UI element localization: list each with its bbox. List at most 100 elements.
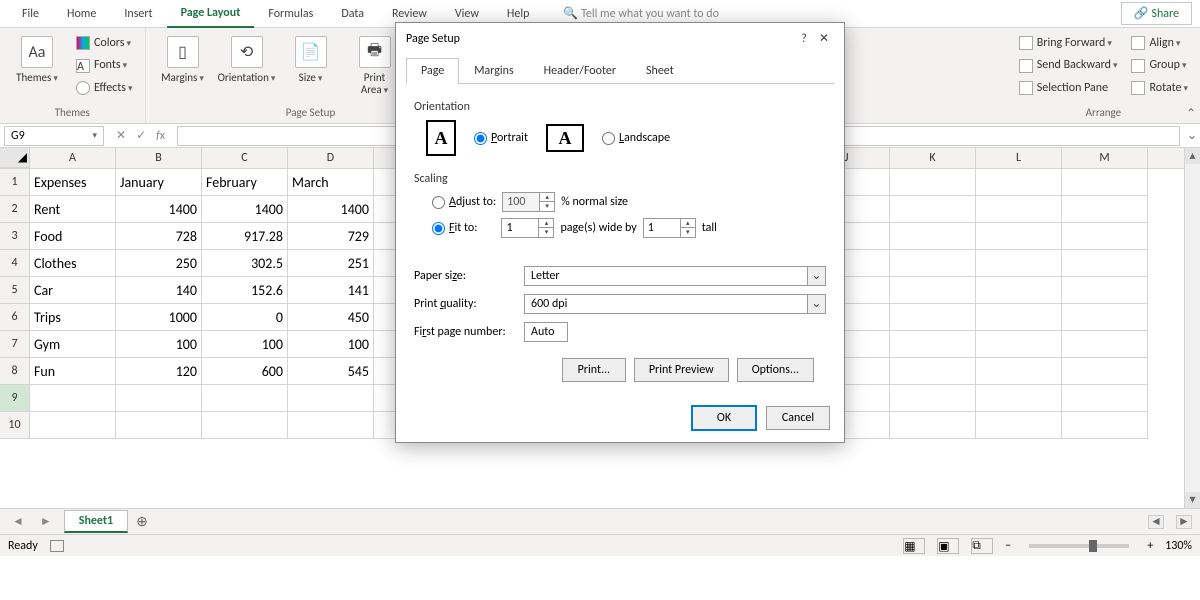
row-header[interactable]: 5 — [0, 277, 30, 304]
bring-forward-button[interactable]: Bring Forward — [1015, 34, 1122, 52]
row-header[interactable]: 2 — [0, 196, 30, 223]
cell[interactable] — [1062, 331, 1148, 358]
tab-data[interactable]: Data — [327, 1, 378, 27]
group-button[interactable]: Group — [1127, 56, 1192, 74]
view-normal-button[interactable]: ▦ — [903, 538, 925, 554]
cell[interactable] — [976, 250, 1062, 277]
select-all-button[interactable]: ◢ — [0, 148, 30, 168]
spin-down-button[interactable]: ▾ — [539, 228, 553, 237]
zoom-level[interactable]: 130% — [1165, 539, 1192, 553]
cell[interactable]: 728 — [116, 223, 202, 250]
fit-to-radio-input[interactable] — [432, 222, 445, 235]
row-header[interactable]: 6 — [0, 304, 30, 331]
cell[interactable]: January — [116, 169, 202, 196]
dialog-tab-sheet[interactable]: Sheet — [631, 58, 689, 83]
tab-file[interactable]: File — [8, 1, 53, 27]
cell[interactable]: 600 — [202, 358, 288, 385]
dialog-tab-page[interactable]: Page — [406, 58, 459, 84]
row-header[interactable]: 10 — [0, 412, 30, 439]
cell[interactable]: Clothes — [30, 250, 116, 277]
sheet-nav-next[interactable]: ► — [36, 514, 56, 529]
adjust-to-radio[interactable]: Adjust to: — [432, 195, 496, 209]
cell[interactable]: February — [202, 169, 288, 196]
cell[interactable] — [976, 331, 1062, 358]
cell[interactable]: Food — [30, 223, 116, 250]
cell[interactable]: 1000 — [116, 304, 202, 331]
cell[interactable] — [1062, 223, 1148, 250]
cell[interactable]: 140 — [116, 277, 202, 304]
cell[interactable] — [890, 169, 976, 196]
dialog-help-button[interactable]: ? — [794, 32, 814, 46]
cell[interactable]: 1400 — [116, 196, 202, 223]
cell[interactable]: 100 — [202, 331, 288, 358]
cell[interactable] — [1062, 412, 1148, 439]
selection-pane-button[interactable]: Selection Pane — [1015, 79, 1122, 97]
cell[interactable] — [890, 250, 976, 277]
options-button[interactable]: Options... — [737, 358, 814, 382]
margins-button[interactable]: ▯Margins — [154, 32, 212, 84]
fit-to-radio[interactable]: Fit to: — [432, 221, 477, 235]
first-page-number-input[interactable] — [524, 322, 568, 342]
collapse-ribbon-button[interactable]: ⌃ — [1186, 106, 1196, 121]
send-backward-button[interactable]: Send Backward — [1015, 56, 1122, 74]
cancel-formula-icon[interactable]: ✕ — [116, 128, 126, 143]
cell[interactable] — [202, 385, 288, 412]
cell[interactable] — [976, 196, 1062, 223]
scroll-left-button[interactable]: ◄ — [1148, 515, 1164, 529]
landscape-radio[interactable]: Landscape — [602, 131, 670, 145]
cell[interactable]: 450 — [288, 304, 374, 331]
cell[interactable]: Trips — [30, 304, 116, 331]
chevron-down-icon[interactable]: ▾ — [92, 130, 97, 141]
cell[interactable]: 0 — [202, 304, 288, 331]
fit-width-input[interactable] — [502, 219, 538, 237]
cancel-button[interactable]: Cancel — [766, 406, 830, 430]
dialog-close-button[interactable]: ✕ — [814, 31, 834, 46]
cell[interactable]: 545 — [288, 358, 374, 385]
scroll-up-button[interactable]: ▴ — [1185, 148, 1200, 164]
row-header[interactable]: 3 — [0, 223, 30, 250]
cell[interactable] — [1062, 250, 1148, 277]
cell[interactable] — [1062, 304, 1148, 331]
chevron-down-icon[interactable]: ⌄ — [807, 267, 825, 285]
add-sheet-button[interactable]: ⊕ — [136, 513, 148, 530]
sheet-tab-active[interactable]: Sheet1 — [64, 510, 128, 533]
dialog-titlebar[interactable]: Page Setup ? ✕ — [396, 23, 844, 54]
cell[interactable]: 1400 — [288, 196, 374, 223]
cell[interactable] — [890, 385, 976, 412]
zoom-thumb[interactable] — [1089, 540, 1097, 552]
row-header[interactable]: 8 — [0, 358, 30, 385]
cell[interactable] — [890, 304, 976, 331]
cell[interactable] — [976, 169, 1062, 196]
macro-record-icon[interactable] — [50, 540, 64, 552]
cell[interactable] — [976, 358, 1062, 385]
fx-icon[interactable]: fx — [156, 129, 165, 143]
effects-button[interactable]: Effects — [72, 79, 137, 97]
cell[interactable] — [116, 412, 202, 439]
expand-formula-bar-button[interactable]: ⌄ — [1184, 128, 1200, 143]
cell[interactable] — [976, 304, 1062, 331]
zoom-slider[interactable] — [1029, 544, 1129, 548]
cell[interactable] — [288, 385, 374, 412]
print-button[interactable]: Print... — [562, 358, 626, 382]
fit-height-input[interactable] — [644, 219, 680, 237]
cell[interactable] — [1062, 196, 1148, 223]
chevron-down-icon[interactable]: ⌄ — [807, 295, 825, 313]
cell[interactable]: 251 — [288, 250, 374, 277]
column-header[interactable]: B — [116, 148, 202, 168]
row-header[interactable]: 4 — [0, 250, 30, 277]
adjust-to-spinner[interactable]: ▴▾ — [502, 192, 555, 212]
row-header[interactable]: 1 — [0, 169, 30, 196]
fit-height-spinner[interactable]: ▴▾ — [643, 218, 696, 238]
cell[interactable]: 100 — [288, 331, 374, 358]
tab-home[interactable]: Home — [53, 1, 110, 27]
cell[interactable]: Gym — [30, 331, 116, 358]
orientation-button[interactable]: ⟲Orientation — [218, 32, 276, 84]
adjust-to-input[interactable] — [503, 193, 539, 211]
print-quality-combo[interactable]: 600 dpi⌄ — [524, 294, 826, 314]
ok-button[interactable]: OK — [692, 406, 756, 430]
column-header[interactable]: L — [976, 148, 1062, 168]
paper-size-combo[interactable]: Letter⌄ — [524, 266, 826, 286]
cell[interactable] — [890, 331, 976, 358]
share-button[interactable]: 🔗 Share — [1121, 2, 1192, 25]
cell[interactable] — [976, 412, 1062, 439]
